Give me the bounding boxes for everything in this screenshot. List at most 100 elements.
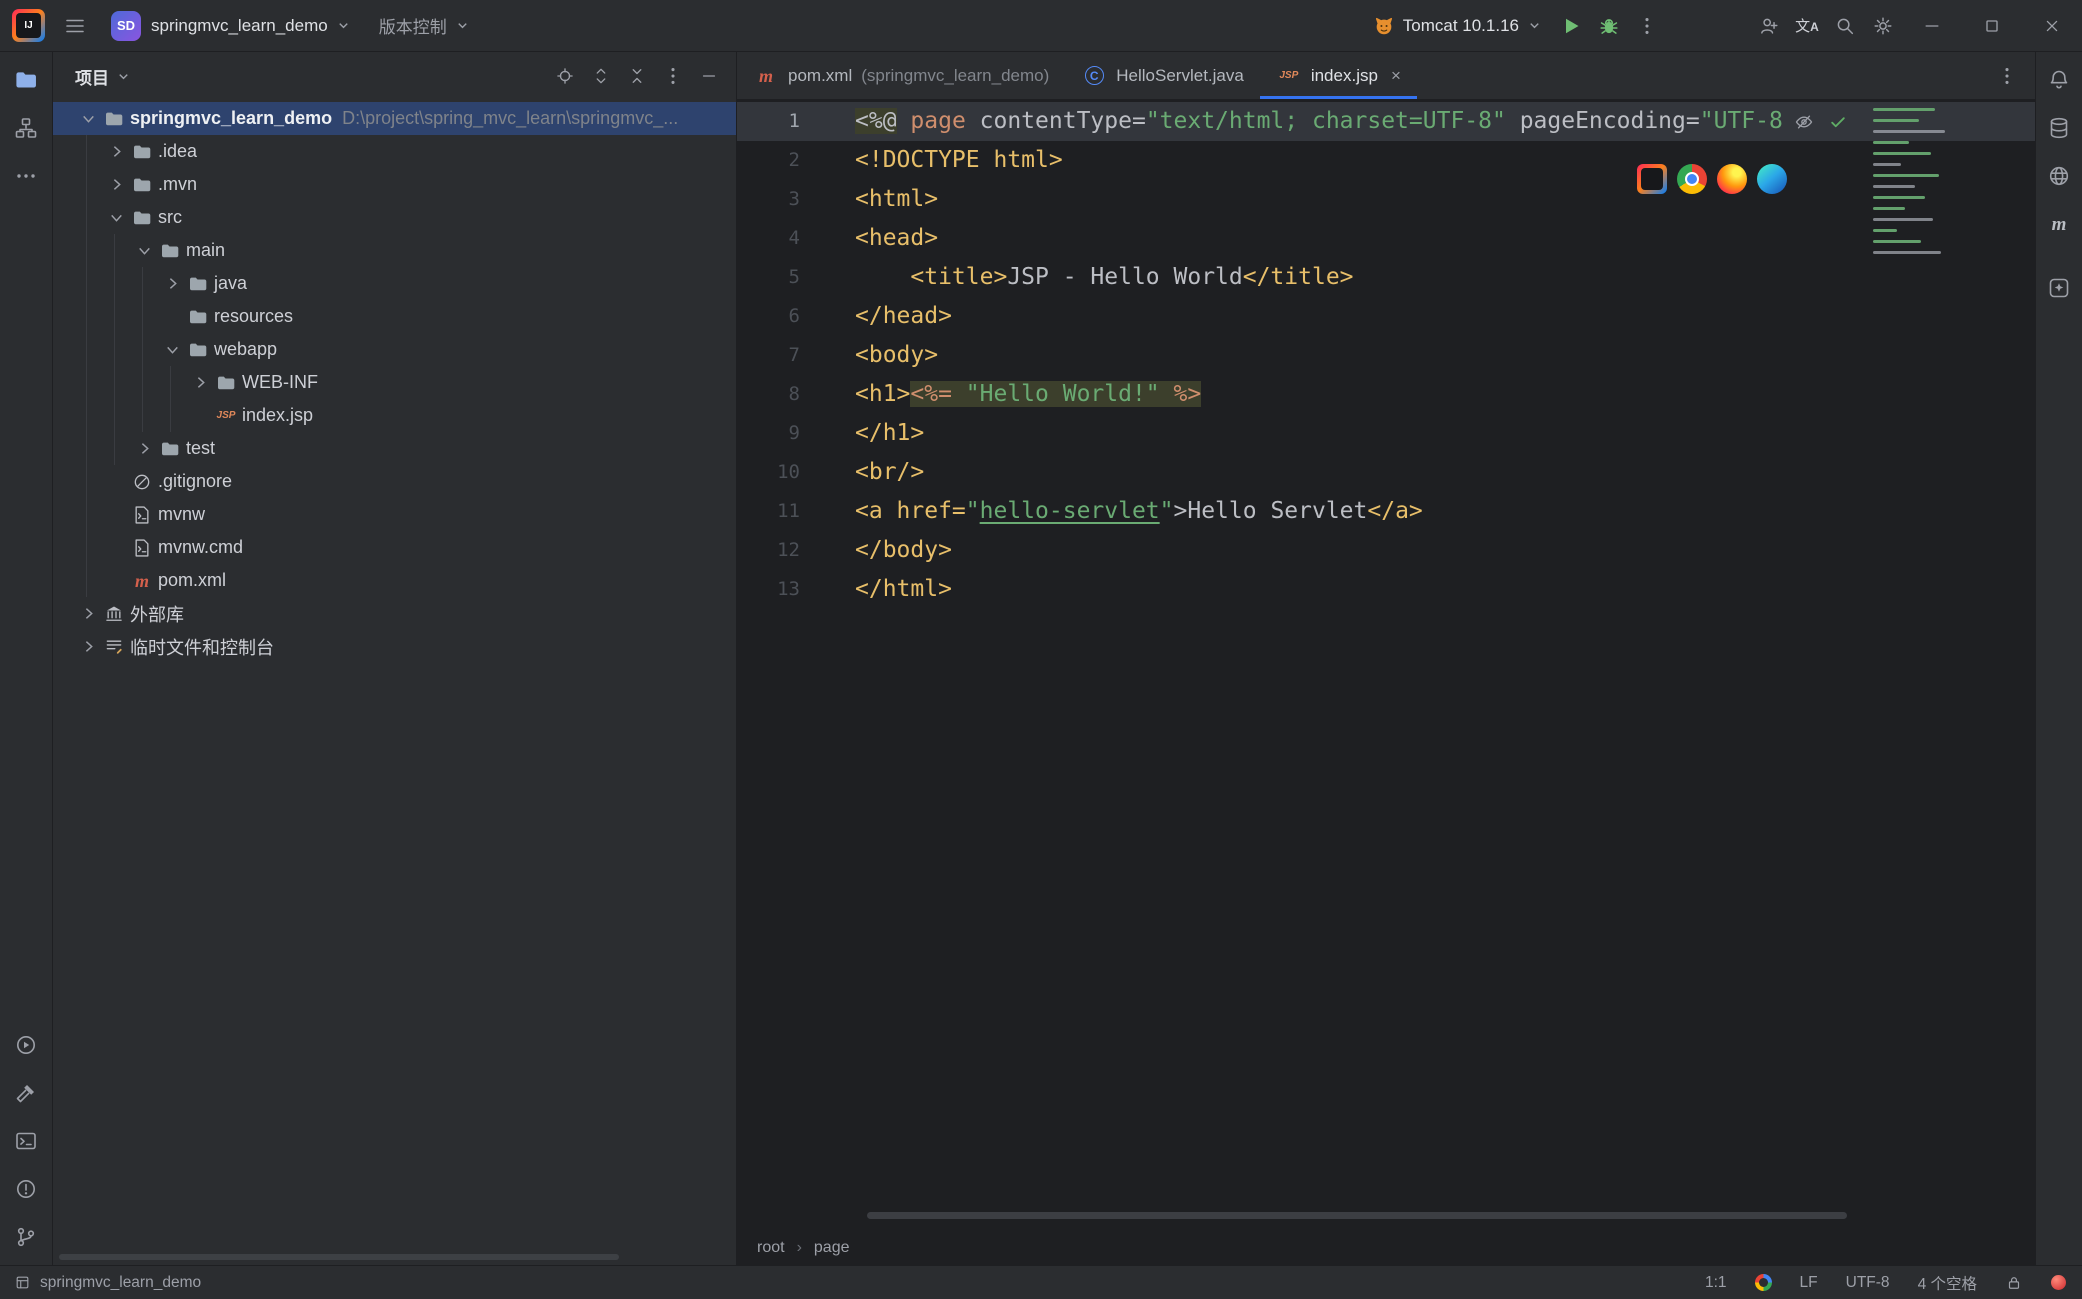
tree-item-mvnw[interactable]: mvnw [53, 498, 736, 531]
chevron-right-icon[interactable] [131, 432, 157, 465]
browser-edge-icon[interactable] [1757, 164, 1787, 194]
code-line-9[interactable]: 9</h1> [737, 414, 2035, 453]
problems-tool-icon[interactable] [5, 1169, 47, 1209]
code-line-5[interactable]: 5 <title>JSP - Hello World</title> [737, 258, 2035, 297]
tree-item--[interactable]: 临时文件和控制台 [53, 630, 736, 663]
translate-icon[interactable]: 文A [1788, 7, 1826, 45]
chevron-right-icon[interactable] [103, 135, 129, 168]
line-number[interactable]: 8 [737, 375, 855, 414]
tree-item-test[interactable]: test [53, 432, 736, 465]
line-number[interactable]: 7 [737, 336, 855, 375]
tab-bar-options-icon[interactable] [1989, 58, 2025, 94]
tree-item-WEB-INF[interactable]: WEB-INF [53, 366, 736, 399]
run-config-selector[interactable]: Tomcat 10.1.16 [1363, 7, 1552, 45]
tree-item-java[interactable]: java [53, 267, 736, 300]
browser-chrome-icon[interactable] [1677, 164, 1707, 194]
tree-item-springmvc_learn_demo[interactable]: springmvc_learn_demoD:\project\spring_mv… [53, 102, 736, 135]
minimize-button[interactable] [1902, 0, 1962, 52]
line-number[interactable]: 3 [737, 180, 855, 219]
line-number[interactable]: 5 [737, 258, 855, 297]
notifications-icon[interactable] [2038, 60, 2080, 100]
file-encoding[interactable]: UTF-8 [1846, 1274, 1890, 1292]
caret-position[interactable]: 1:1 [1705, 1274, 1727, 1292]
code-line-10[interactable]: 10<br/> [737, 453, 2035, 492]
breadcrumb-page[interactable]: page [814, 1239, 850, 1257]
chevron-down-icon[interactable] [116, 69, 131, 84]
main-menu-icon[interactable] [55, 6, 95, 46]
tree-item-pom.xml[interactable]: mpom.xml [53, 564, 736, 597]
line-number[interactable]: 6 [737, 297, 855, 336]
breadcrumb-root[interactable]: root [757, 1239, 785, 1257]
debug-button[interactable] [1590, 7, 1628, 45]
project-switcher[interactable]: springmvc_learn_demo [141, 8, 361, 44]
tree-item-main[interactable]: main [53, 234, 736, 267]
tree-item-.idea[interactable]: .idea [53, 135, 736, 168]
settings-icon[interactable] [1864, 7, 1902, 45]
browser-firefox-icon[interactable] [1717, 164, 1747, 194]
vcs-widget[interactable]: 版本控制 [369, 5, 480, 46]
status-project-name[interactable]: springmvc_learn_demo [40, 1274, 201, 1292]
chevron-right-icon[interactable] [75, 630, 101, 663]
line-number[interactable]: 9 [737, 414, 855, 453]
run-button[interactable] [1552, 7, 1590, 45]
expand-all-icon[interactable] [584, 59, 618, 93]
project-panel-title[interactable]: 项目 [75, 64, 109, 89]
locate-icon[interactable] [548, 59, 582, 93]
code-line-13[interactable]: 13</html> [737, 570, 2035, 609]
project-avatar[interactable]: SD [111, 11, 141, 41]
web-icon[interactable] [2038, 156, 2080, 196]
code-line-7[interactable]: 7<body> [737, 336, 2035, 375]
line-number[interactable]: 11 [737, 492, 855, 531]
maximize-button[interactable] [1962, 0, 2022, 52]
inspection-widget[interactable] [1782, 106, 1860, 138]
chevron-down-icon[interactable] [75, 102, 101, 135]
code-editor[interactable]: 1<%@ page contentType="text/html; charse… [737, 100, 2035, 1231]
highlighting-level-icon[interactable] [1794, 112, 1814, 132]
tab-HelloServlet.java[interactable]: CHelloServlet.java [1065, 52, 1260, 99]
line-number[interactable]: 13 [737, 570, 855, 609]
chevron-right-icon[interactable] [187, 366, 213, 399]
line-number[interactable]: 1 [737, 102, 855, 141]
tree-item-mvnw.cmd[interactable]: mvnw.cmd [53, 531, 736, 564]
tree-item-index.jsp[interactable]: JSPindex.jsp [53, 399, 736, 432]
ide-error-indicator[interactable] [2051, 1275, 2066, 1290]
more-actions-icon[interactable] [1628, 7, 1666, 45]
tree-item--[interactable]: 外部库 [53, 597, 736, 630]
version-control-tool-icon[interactable] [5, 1217, 47, 1257]
chevron-down-icon[interactable] [159, 333, 185, 366]
tree-item-src[interactable]: src [53, 201, 736, 234]
browser-idea-icon[interactable] [1637, 164, 1667, 194]
database-icon[interactable] [2038, 108, 2080, 148]
terminal-tool-icon[interactable] [5, 1121, 47, 1161]
code-line-2[interactable]: 2<!DOCTYPE html> [737, 141, 2035, 180]
code-line-6[interactable]: 6</head> [737, 297, 2035, 336]
tab-close-icon[interactable]: × [1391, 66, 1401, 86]
code-with-me-icon[interactable] [1750, 7, 1788, 45]
tree-item-.mvn[interactable]: .mvn [53, 168, 736, 201]
close-button[interactable] [2022, 0, 2082, 52]
hide-panel-icon[interactable] [692, 59, 726, 93]
line-number[interactable]: 10 [737, 453, 855, 492]
project-panel-hscrollbar[interactable] [59, 1254, 619, 1260]
tree-item-.gitignore[interactable]: .gitignore [53, 465, 736, 498]
chevron-down-icon[interactable] [131, 234, 157, 267]
structure-tool-icon[interactable] [5, 108, 47, 148]
chevron-right-icon[interactable] [159, 267, 185, 300]
collapse-all-icon[interactable] [620, 59, 654, 93]
editor-hscrollbar[interactable] [867, 1212, 1847, 1219]
project-tool-icon[interactable] [5, 60, 47, 100]
maven-tool-icon[interactable]: m [2038, 204, 2080, 244]
line-number[interactable]: 2 [737, 141, 855, 180]
panel-options-icon[interactable] [656, 59, 690, 93]
build-tool-icon[interactable] [5, 1073, 47, 1113]
code-line-8[interactable]: 8<h1><%= "Hello World!" %> [737, 375, 2035, 414]
readonly-lock-icon[interactable] [2005, 1274, 2023, 1292]
line-separator[interactable]: LF [1800, 1274, 1818, 1292]
code-line-11[interactable]: 11<a href="hello-servlet">Hello Servlet<… [737, 492, 2035, 531]
chevron-down-icon[interactable] [103, 201, 129, 234]
line-number[interactable]: 12 [737, 531, 855, 570]
services-tool-icon[interactable] [5, 1025, 47, 1065]
chevron-right-icon[interactable] [75, 597, 101, 630]
tab-index.jsp[interactable]: JSPindex.jsp× [1260, 52, 1417, 99]
search-icon[interactable] [1826, 7, 1864, 45]
